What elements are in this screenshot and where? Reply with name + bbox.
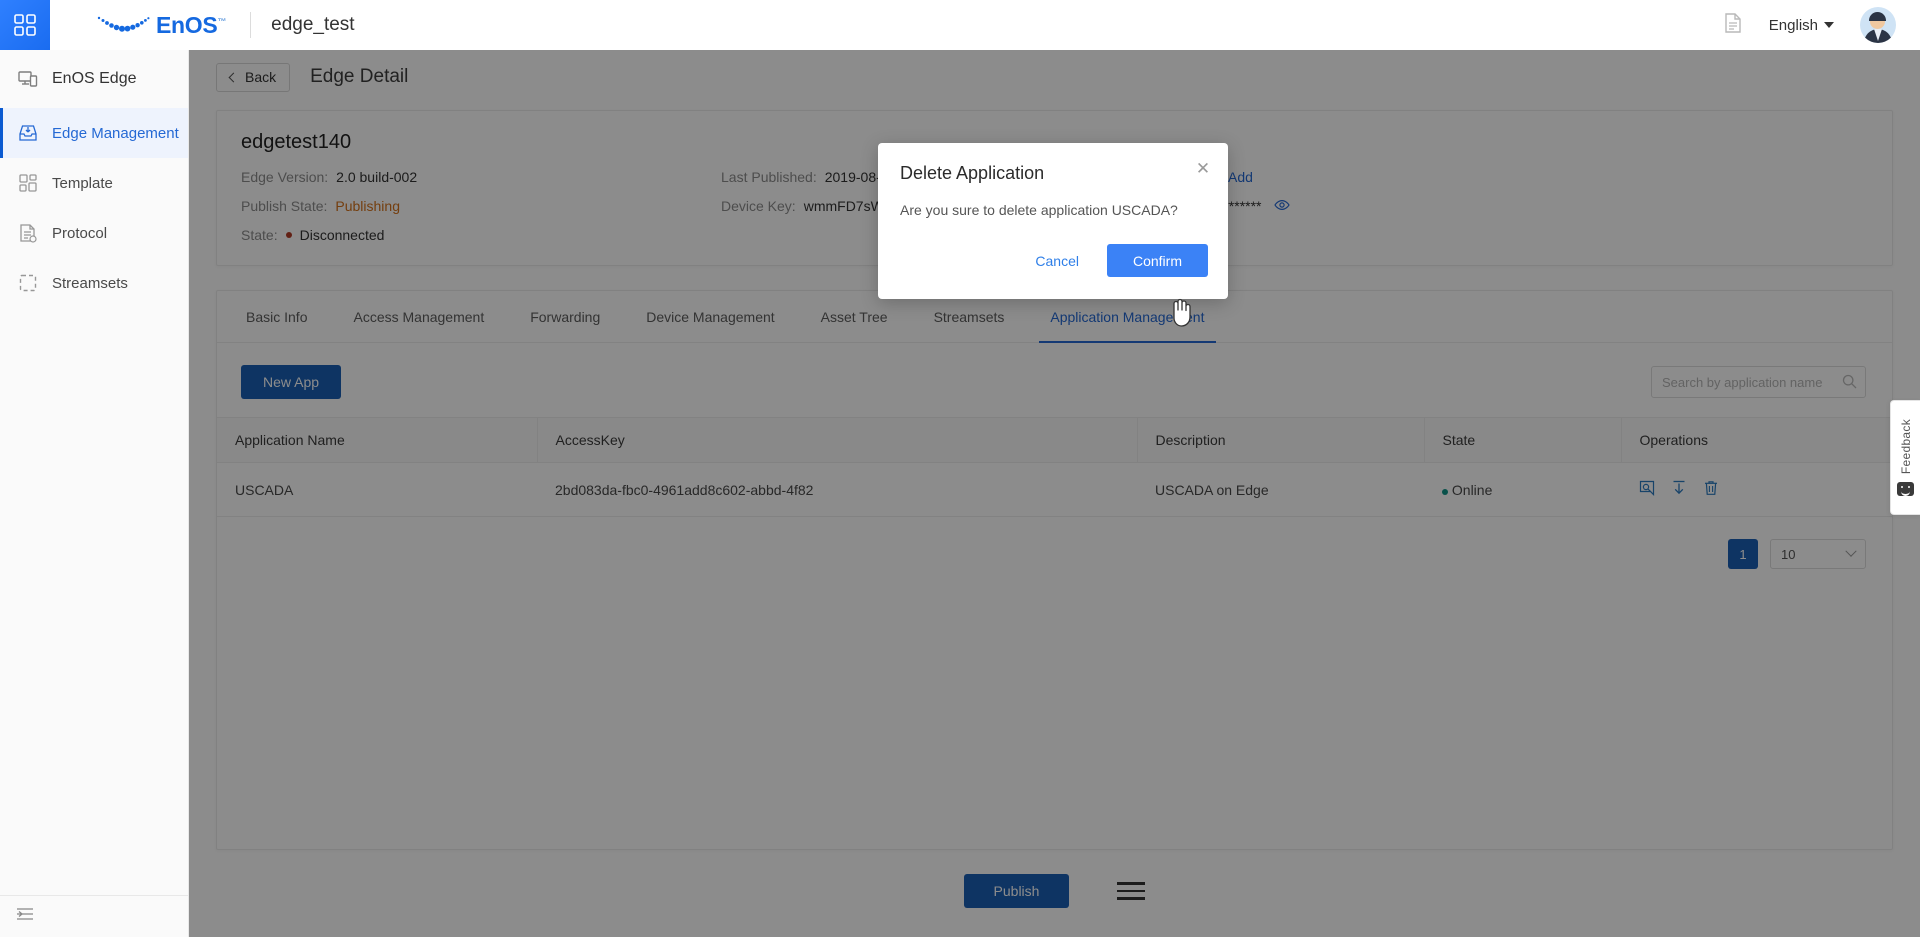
- sidebar-item-label: Template: [52, 174, 113, 192]
- language-selector[interactable]: English: [1769, 17, 1834, 34]
- header-actions: English: [1723, 7, 1920, 43]
- edge-device-icon: [18, 69, 38, 89]
- feedback-label: Feedback: [1898, 418, 1913, 475]
- sidebar-header-label: EnOS Edge: [52, 70, 137, 87]
- sidebar-collapse-button[interactable]: [0, 895, 189, 937]
- delete-application-modal: Delete Application ✕ Are you sure to del…: [878, 143, 1228, 299]
- enos-swoosh-icon: [96, 14, 152, 36]
- sidebar-item-template[interactable]: Template: [0, 158, 188, 208]
- sidebar-item-label: Protocol: [52, 224, 108, 242]
- cancel-button[interactable]: Cancel: [1021, 246, 1093, 276]
- app-root: EnOS™ edge_test English EnOS Edge Edge M…: [0, 0, 1920, 937]
- close-icon[interactable]: ✕: [1194, 160, 1212, 178]
- smiley-icon: [1897, 482, 1914, 497]
- feedback-tab[interactable]: Feedback: [1890, 400, 1920, 515]
- document-icon[interactable]: [1723, 12, 1743, 39]
- sidebar-item-label: Streamsets: [52, 274, 128, 292]
- modal-header: Delete Application ✕: [878, 143, 1228, 184]
- brand-name-en: EnOS: [156, 11, 218, 38]
- sidebar-item-protocol[interactable]: Protocol: [0, 208, 188, 258]
- chevron-down-icon: [1824, 22, 1834, 28]
- modal-footer: Cancel Confirm: [878, 244, 1228, 299]
- protocol-doc-icon: [18, 223, 38, 243]
- streamsets-dashed-icon: [18, 273, 38, 293]
- sidebar: EnOS Edge Edge Management Template Proto…: [0, 50, 189, 937]
- template-grid-icon: [18, 173, 38, 193]
- sidebar-header: EnOS Edge: [0, 50, 188, 108]
- collapse-sidebar-icon: [16, 907, 34, 926]
- confirm-button[interactable]: Confirm: [1106, 244, 1208, 277]
- avatar[interactable]: [1860, 7, 1896, 43]
- modal-title: Delete Application: [900, 163, 1045, 183]
- app-launcher-button[interactable]: [0, 0, 50, 50]
- modal-message: Are you sure to delete application USCAD…: [900, 202, 1178, 218]
- brand-logo[interactable]: EnOS™: [96, 12, 226, 39]
- sidebar-item-edge-management[interactable]: Edge Management: [0, 108, 188, 158]
- top-header-bar: EnOS™ edge_test English: [0, 0, 1920, 50]
- inbox-download-icon: [18, 123, 38, 143]
- project-name: edge_test: [271, 14, 355, 35]
- sidebar-item-label: Edge Management: [52, 124, 179, 142]
- brand-tm: ™: [217, 15, 227, 26]
- header-divider: [250, 12, 252, 38]
- grid-apps-icon: [14, 14, 36, 36]
- language-label: English: [1768, 16, 1818, 34]
- sidebar-item-streamsets[interactable]: Streamsets: [0, 258, 188, 308]
